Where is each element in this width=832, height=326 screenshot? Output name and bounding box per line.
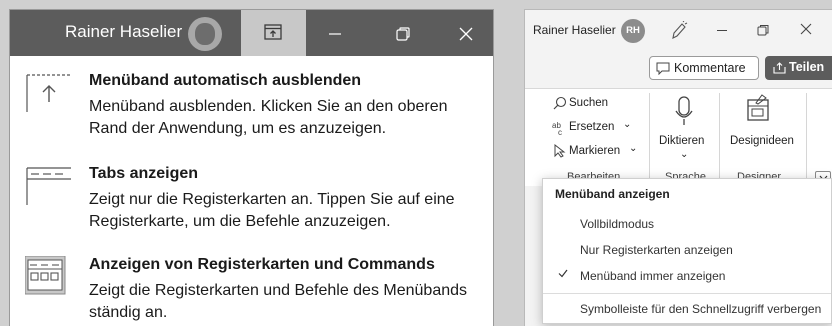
replace-chevron-icon[interactable]: ⌄ <box>623 119 631 130</box>
group-separator <box>719 93 720 181</box>
group-separator <box>806 93 807 181</box>
ribbon-display-options-button[interactable] <box>241 10 306 56</box>
option-title: Anzeigen von Registerkarten und Commands <box>89 256 435 273</box>
restore-icon <box>396 27 410 41</box>
dictate-chevron-icon[interactable]: ⌄ <box>680 149 688 160</box>
user-name[interactable]: Rainer Haselier <box>65 22 182 42</box>
replace-icon: ab c <box>552 121 562 136</box>
menu-separator <box>543 293 831 294</box>
close-icon[interactable] <box>800 23 812 35</box>
design-ideas-button[interactable]: Designideen <box>730 135 794 147</box>
restore-button[interactable] <box>375 10 431 56</box>
share-button[interactable]: Teilen <box>765 56 832 80</box>
option-description: Zeigt die Registerkarten und Befehle des… <box>89 282 468 321</box>
minimize-icon <box>329 33 341 35</box>
pen-icon[interactable] <box>670 21 688 41</box>
group-separator <box>649 93 650 181</box>
comments-label: Kommentare <box>674 61 746 75</box>
menu-item-tabs-only[interactable]: Nur Registerkarten anzeigen <box>580 243 733 257</box>
share-label: Teilen <box>789 60 825 74</box>
ribbon-display-icon <box>264 24 282 40</box>
select-icon <box>554 144 566 158</box>
svg-text:c: c <box>558 128 562 136</box>
option-title: Tabs anzeigen <box>89 165 199 182</box>
option-title: Menüband automatisch ausblenden <box>89 72 362 89</box>
tabs-and-commands-icon <box>25 256 66 295</box>
comments-button[interactable]: Kommentare <box>649 56 759 80</box>
autohide-ribbon-icon <box>26 74 71 112</box>
title-bar: Rainer Haselier <box>10 10 493 56</box>
replace-button[interactable]: Ersetzen <box>569 121 614 133</box>
ribbon-display-menu: Menüband anzeigen Vollbildmodus Nur Regi… <box>542 178 832 324</box>
comment-icon <box>656 62 670 75</box>
dictate-button[interactable]: Diktieren <box>659 135 704 147</box>
minimize-button[interactable] <box>307 10 363 56</box>
restore-icon[interactable] <box>757 24 769 36</box>
designer-icon <box>747 94 769 121</box>
user-avatar[interactable]: RH <box>621 19 645 43</box>
close-icon <box>459 27 473 41</box>
tabs-only-icon <box>26 167 71 205</box>
minimize-button[interactable] <box>717 30 727 31</box>
option-description: Menüband ausblenden. Klicken Sie an den … <box>89 98 448 137</box>
ribbon: Suchen ab c Ersetzen ⌄ Markieren ⌄ Bearb… <box>525 88 832 186</box>
menu-item-hide-quick-access[interactable]: Symbolleiste für den Schnellzugriff verb… <box>580 302 821 316</box>
checkmark-icon <box>558 269 568 278</box>
option-description: Zeigt nur die Registerkarten an. Tippen … <box>89 191 455 230</box>
microphone-icon <box>675 96 693 125</box>
menu-header: Menüband anzeigen <box>555 187 670 201</box>
share-icon <box>773 62 786 74</box>
select-chevron-icon[interactable]: ⌄ <box>629 143 637 154</box>
ribbon-display-options-panel: Rainer Haselier Menüband automatisch aus… <box>9 9 494 326</box>
menu-item-always-show[interactable]: Menüband immer anzeigen <box>580 269 725 283</box>
user-avatar[interactable] <box>188 17 222 51</box>
menu-item-fullscreen[interactable]: Vollbildmodus <box>580 217 654 231</box>
close-button[interactable] <box>438 10 493 56</box>
search-icon <box>553 96 567 110</box>
select-button[interactable]: Markieren <box>569 145 620 157</box>
user-name[interactable]: Rainer Haselier <box>533 23 616 37</box>
search-button[interactable]: Suchen <box>569 97 608 109</box>
